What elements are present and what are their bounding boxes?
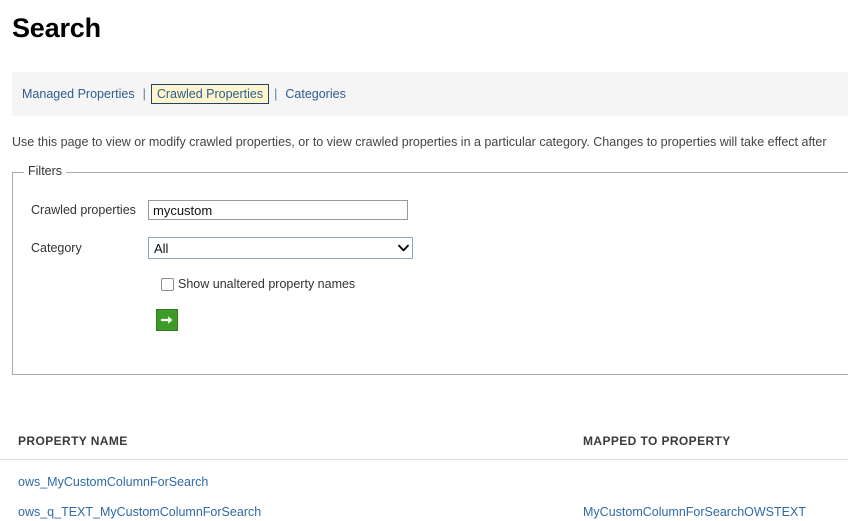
category-select-value: All: [154, 240, 169, 256]
tab-categories[interactable]: Categories: [282, 85, 348, 103]
cell-property-name: ows_q_TEXT_MyCustomColumnForSearch: [0, 503, 570, 521]
tab-managed-properties[interactable]: Managed Properties: [19, 85, 138, 103]
show-unaltered-checkbox[interactable]: [161, 277, 174, 291]
cell-property-name: ows_MyCustomColumnForSearch: [0, 473, 570, 491]
cell-mapped-to-property: MyCustomColumnForSearchOWSTEXT: [570, 503, 848, 521]
mapped-to-property-link[interactable]: MyCustomColumnForSearchOWSTEXT: [583, 505, 806, 519]
cell-mapped-to-property: [570, 472, 848, 491]
category-select[interactable]: All: [148, 237, 413, 259]
table-row: ows_MyCustomColumnForSearch: [0, 460, 848, 491]
column-header-mapped-to-property: MAPPED TO PROPERTY: [583, 434, 731, 448]
results-header-row: PROPERTY NAME MAPPED TO PROPERTY: [0, 432, 848, 460]
chevron-down-icon: [394, 244, 412, 252]
filters-panel: Filters Crawled properties Category All …: [12, 164, 848, 375]
filter-row-category: Category All: [31, 237, 413, 259]
page-description: Use this page to view or modify crawled …: [12, 135, 827, 149]
filter-row-crawled-properties: Crawled properties: [31, 200, 408, 220]
arrow-right-icon: [160, 314, 174, 326]
column-header-property-name: PROPERTY NAME: [18, 434, 128, 448]
show-unaltered-label: Show unaltered property names: [178, 277, 356, 291]
results-table: PROPERTY NAME MAPPED TO PROPERTY ows_MyC…: [0, 432, 848, 521]
tab-separator: |: [142, 87, 146, 101]
tab-bar: Managed Properties | Crawled Properties …: [12, 72, 848, 116]
table-row: ows_q_TEXT_MyCustomColumnForSearch MyCus…: [0, 491, 848, 521]
filters-legend: Filters: [24, 164, 67, 178]
submit-filter-button[interactable]: [156, 309, 178, 331]
show-unaltered-row: Show unaltered property names: [161, 277, 355, 291]
tab-crawled-properties[interactable]: Crawled Properties: [150, 84, 270, 104]
tab-separator: |: [274, 87, 278, 101]
property-name-link[interactable]: ows_MyCustomColumnForSearch: [18, 475, 208, 489]
page-title: Search: [12, 13, 101, 43]
crawled-properties-input[interactable]: [148, 200, 408, 220]
category-label: Category: [31, 241, 82, 255]
property-name-link[interactable]: ows_q_TEXT_MyCustomColumnForSearch: [18, 505, 261, 519]
crawled-properties-label: Crawled properties: [31, 203, 136, 217]
